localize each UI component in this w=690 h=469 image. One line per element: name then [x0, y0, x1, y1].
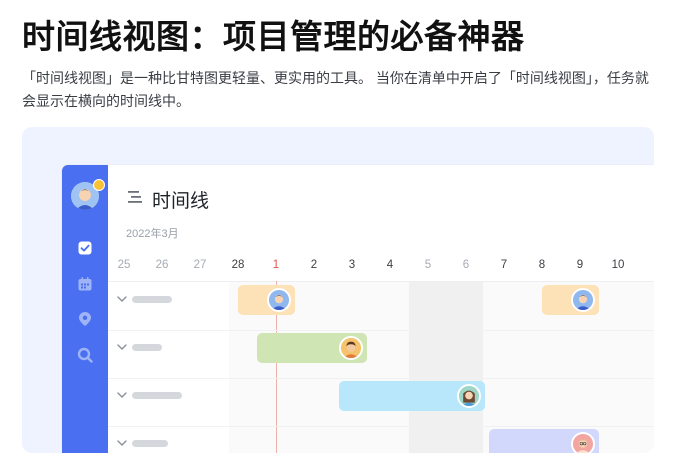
search-icon[interactable]	[77, 347, 93, 363]
task-name-placeholder	[132, 440, 168, 447]
row-divider	[108, 378, 654, 379]
row-divider	[108, 426, 654, 427]
app-title: 时间线	[152, 191, 210, 212]
timeline-grid: 25 26 27 28 1 2 3 4 5 6 7 8 9 10	[108, 251, 654, 453]
assignee-avatar	[457, 384, 481, 408]
assignee-avatar	[339, 336, 364, 360]
intro-paragraph: 「时间线视图」是一种比甘特图更轻量、更实用的工具。 当你在清单中开启了「时间线视…	[22, 70, 649, 109]
day-label: 6	[462, 259, 470, 271]
day-label: 5	[424, 259, 432, 271]
task-name-placeholder	[132, 344, 162, 351]
day-label: 3	[348, 259, 356, 271]
timeline-panel: 时间线 2022年3月 25 26 27 28 1 2 3 4 5 6 7 8 9 10	[108, 165, 654, 453]
day-label: 27	[193, 259, 207, 271]
status-badge	[93, 179, 105, 191]
assignee-avatar	[267, 288, 291, 312]
chevron-down-icon[interactable]	[117, 344, 127, 350]
chevron-down-icon[interactable]	[117, 440, 127, 446]
day-label: 1	[272, 259, 280, 271]
app-window: 时间线 2022年3月 25 26 27 28 1 2 3 4 5 6 7 8 9 10	[62, 165, 654, 453]
day-label: 28	[231, 259, 245, 271]
day-label: 9	[576, 259, 584, 271]
task-name-placeholder	[132, 392, 182, 399]
day-label: 7	[500, 259, 508, 271]
row-divider	[108, 330, 654, 331]
sidebar	[62, 165, 108, 453]
day-label: 8	[538, 259, 546, 271]
checkbox-icon[interactable]	[77, 240, 93, 256]
day-label: 25	[117, 259, 131, 271]
assignee-avatar	[571, 432, 595, 453]
chevron-down-icon[interactable]	[117, 296, 127, 302]
day-label: 4	[386, 259, 394, 271]
calendar-icon[interactable]	[77, 276, 93, 292]
day-label: 26	[155, 259, 169, 271]
day-label: 2	[310, 259, 318, 271]
month-label: 2022年3月	[126, 228, 179, 240]
assignee-avatar	[571, 288, 595, 312]
timeline-illustration: 时间线 2022年3月 25 26 27 28 1 2 3 4 5 6 7 8 9 10	[22, 127, 654, 453]
location-pin-icon[interactable]	[77, 311, 93, 327]
day-label: 10	[611, 259, 625, 271]
chevron-down-icon[interactable]	[117, 392, 127, 398]
task-name-placeholder	[132, 296, 172, 303]
weekend-shade	[409, 282, 483, 453]
page-title: 时间线视图：项目管理的必备神器	[22, 18, 525, 55]
timeline-icon	[128, 191, 142, 203]
header-divider	[108, 281, 654, 282]
